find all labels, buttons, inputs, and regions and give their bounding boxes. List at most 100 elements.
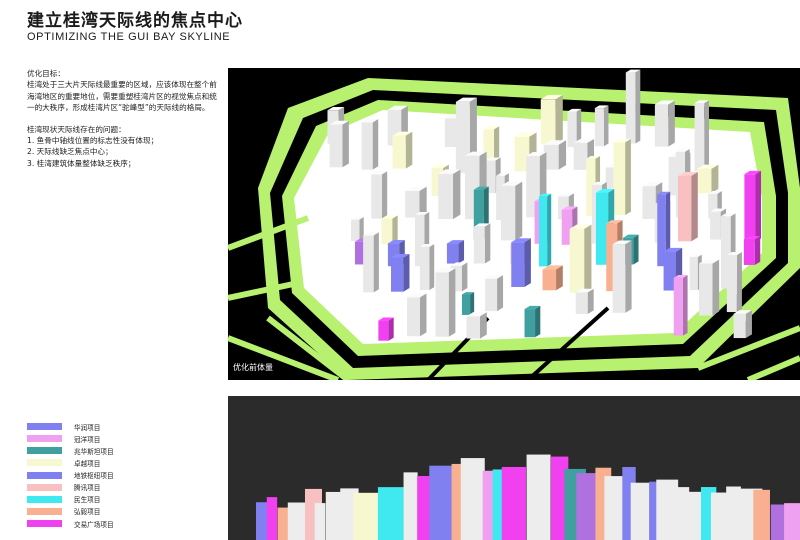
building-side (603, 105, 609, 147)
building-side (633, 234, 639, 265)
building-side (484, 223, 491, 264)
building-side (682, 275, 688, 336)
building-side (359, 216, 364, 241)
building-front (485, 278, 498, 312)
page-title: 建立桂湾天际线的焦点中心 (27, 11, 243, 31)
legend: 华润项目 冠洋项目 兆华斯坦项目 卓越项目 地铁枢纽项目 腾讯项目 民生项目 弘… (27, 421, 114, 530)
building-front (524, 309, 536, 338)
legend-item: 民生项目 (27, 494, 114, 505)
building-front (697, 168, 712, 194)
page-subtitle: OPTIMIZING THE GUI BAY SKYLINE (27, 31, 231, 43)
legend-item: 交易广场项目 (27, 518, 114, 529)
legend-item: 地铁枢纽项目 (27, 470, 114, 481)
building-side (448, 268, 456, 337)
building-side (755, 170, 762, 242)
building-front (612, 244, 626, 313)
building-front (642, 186, 656, 219)
skyline-building (753, 489, 770, 540)
building-front (673, 277, 683, 336)
building-front (461, 294, 471, 315)
legend-swatch (27, 435, 62, 443)
building-side (558, 140, 567, 170)
building-side (381, 171, 388, 219)
building-front (419, 246, 430, 290)
issue-item: 3. 桂湾建筑体量整体缺乏秩序； (27, 158, 136, 168)
building-side (745, 310, 752, 339)
legend-label: 交易广场项目 (74, 520, 114, 529)
building-side (453, 169, 461, 220)
skyline-building (353, 492, 379, 540)
building-front (573, 142, 588, 170)
building-front (444, 118, 457, 148)
building-side (515, 181, 523, 241)
building-front (654, 104, 669, 147)
legend-swatch (27, 459, 62, 467)
building-front (542, 269, 557, 291)
building-front (699, 263, 713, 316)
building-front (594, 108, 604, 147)
building-front (391, 257, 404, 292)
issues-heading: 桂湾现状天际线存在的问题： (27, 124, 126, 134)
building-front (743, 239, 755, 265)
skyline-building (710, 492, 727, 540)
building-front (446, 243, 459, 264)
building-side (458, 240, 465, 264)
building-front (363, 235, 374, 293)
skyline-building (429, 465, 453, 540)
building-front (438, 173, 454, 220)
building-side (584, 224, 592, 293)
building-front (539, 196, 548, 267)
building-front (694, 103, 705, 171)
building-side (388, 317, 394, 341)
building-side (555, 94, 563, 144)
building-side (470, 292, 475, 315)
building-side (342, 120, 349, 168)
legend-swatch (27, 495, 62, 503)
building-side (712, 259, 720, 316)
building-side (403, 253, 410, 292)
building-front (329, 124, 343, 168)
legend-label: 华润项目 (74, 423, 101, 432)
skyline-building (576, 473, 597, 540)
skyline-building (501, 466, 526, 540)
massing-model-drawing: 优化前体量 (228, 69, 800, 380)
building-front (726, 254, 737, 313)
skyline-elevation-image (228, 396, 800, 540)
skyline-building (403, 472, 418, 540)
building-front (575, 292, 588, 314)
building-side (372, 119, 379, 170)
legend-label: 冠洋项目 (74, 435, 101, 444)
building-front (378, 320, 389, 341)
skyline-building (460, 458, 485, 540)
building-side (691, 171, 698, 242)
skyline-building (266, 497, 278, 540)
building-side (587, 288, 594, 314)
building-side (635, 69, 641, 144)
building-side (535, 305, 541, 338)
massing-model-image: 优化前体量 (228, 68, 800, 380)
building-front (567, 111, 577, 148)
legend-swatch (27, 483, 62, 491)
building-front (511, 242, 525, 288)
building-side (547, 193, 552, 267)
building-side (405, 131, 413, 169)
issue-item: 1. 鱼骨中轴线位置的标志性没有体现； (27, 136, 159, 146)
building-front (351, 219, 360, 241)
skyline-building (526, 454, 551, 540)
building-side (461, 262, 468, 292)
legend-item: 卓越项目 (27, 457, 114, 468)
goal-heading: 优化目标： (27, 69, 65, 78)
goal-body: 桂湾处于三大片天际线最重要的区域，应该体现在整个前海湾地区的重要地位，需要重塑桂… (27, 80, 217, 113)
building-side (429, 244, 435, 290)
building-side (668, 100, 675, 147)
skyline-building (770, 504, 786, 540)
figure-caption: 优化前体量 (233, 362, 273, 372)
building-front (361, 122, 373, 170)
issue-item: 2. 天际线缺乏焦点中心； (27, 147, 113, 157)
building-front (689, 256, 698, 291)
building-front (473, 226, 485, 264)
legend-item: 兆华斯坦项目 (27, 445, 114, 456)
building-front (435, 272, 449, 337)
legend-item: 腾讯项目 (27, 482, 114, 493)
building-side (497, 275, 504, 312)
